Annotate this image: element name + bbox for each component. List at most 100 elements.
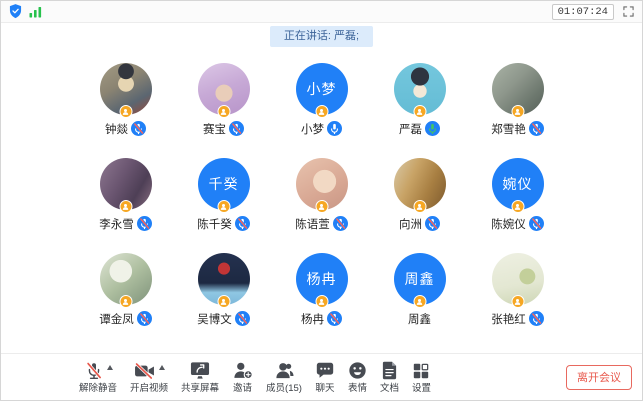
participant-tile[interactable]: 周鑫 周鑫 — [388, 253, 452, 326]
participant-tile[interactable]: 杨冉 杨冉 — [290, 253, 354, 326]
meeting-timer: 01:07:24 — [552, 4, 614, 20]
titlebar: 01:07:24 — [1, 1, 642, 23]
participant-badge-icon — [413, 200, 426, 213]
start-video-button[interactable]: 开启视频 — [130, 361, 168, 394]
mic-status-icon — [235, 311, 250, 326]
emoji-button[interactable]: 表情 — [348, 361, 367, 394]
participant-tile[interactable]: 谭金凤 — [94, 253, 158, 326]
mic-status-icon — [137, 311, 152, 326]
docs-button[interactable]: 文档 — [380, 361, 399, 394]
participant-badge-icon — [315, 200, 328, 213]
avatar-initials: 千癸 — [209, 174, 239, 194]
participant-tile[interactable]: 小梦 小梦 — [290, 63, 354, 136]
caret-up-icon[interactable] — [107, 365, 113, 370]
participant-name: 吴博文 — [197, 311, 232, 327]
share-screen-button[interactable]: 共享屏幕 — [181, 361, 219, 394]
participant-row: 李永雪 — [1, 158, 642, 231]
participant-badge-icon — [511, 105, 524, 118]
participant-tile[interactable]: 赛宝 — [192, 63, 256, 136]
participant-name: 赛宝 — [203, 121, 226, 137]
participant-tile[interactable]: 郑雪艳 — [486, 63, 550, 136]
network-signal-icon[interactable] — [29, 6, 42, 18]
participant-tile[interactable]: 千癸 陈千癸 — [192, 158, 256, 231]
invite-button[interactable]: 邀请 — [232, 361, 253, 394]
tool-label: 聊天 — [315, 384, 334, 394]
mic-status-icon — [425, 216, 440, 231]
participant-tile[interactable]: 钟燚 — [94, 63, 158, 136]
fullscreen-button[interactable] — [623, 6, 634, 17]
participant-name: 张艳红 — [491, 311, 526, 327]
participant-name: 李永雪 — [99, 216, 134, 232]
meeting-window: 01:07:24 正在讲话: 严磊; 钟燚 — [0, 0, 643, 401]
document-icon — [381, 361, 398, 380]
security-shield-icon[interactable] — [9, 4, 22, 19]
leave-meeting-button[interactable]: 离开会议 — [566, 365, 632, 390]
participant-tile[interactable]: 婉仪 陈婉仪 — [486, 158, 550, 231]
avatar-initials: 小梦 — [307, 79, 337, 99]
mic-muted-icon — [84, 361, 104, 381]
participant-tile[interactable]: 李永雪 — [94, 158, 158, 231]
participant-badge-icon — [217, 105, 230, 118]
settings-button[interactable]: 设置 — [412, 361, 431, 394]
avatar-initials: 婉仪 — [503, 174, 533, 194]
participant-avatar — [100, 158, 152, 210]
participant-tile[interactable]: 严磊 — [388, 63, 452, 136]
participant-avatar — [100, 253, 152, 305]
participant-name: 杨冉 — [301, 311, 324, 327]
participant-badge-icon — [119, 295, 132, 308]
tool-label: 共享屏幕 — [181, 384, 219, 394]
invite-icon — [232, 361, 253, 380]
participant-badge-icon — [413, 295, 426, 308]
share-screen-icon — [189, 361, 211, 380]
participant-badge-icon — [413, 105, 426, 118]
members-button[interactable]: 成员(15) — [266, 361, 302, 394]
mic-status-icon — [425, 121, 440, 136]
mic-status-icon — [137, 216, 152, 231]
participant-name: 陈语萱 — [295, 216, 330, 232]
participant-tile[interactable]: 张艳红 — [486, 253, 550, 326]
participant-name: 陈婉仪 — [491, 216, 526, 232]
participant-badge-icon — [511, 295, 524, 308]
participant-badge-icon — [511, 200, 524, 213]
tool-label: 解除静音 — [79, 384, 117, 394]
mic-status-icon — [327, 311, 342, 326]
unmute-button[interactable]: 解除静音 — [79, 361, 117, 394]
participant-tile[interactable]: 陈语萱 — [290, 158, 354, 231]
mic-status-icon — [327, 121, 342, 136]
tool-label: 设置 — [412, 384, 431, 394]
participant-avatar: 小梦 — [296, 63, 348, 115]
mic-status-icon — [529, 216, 544, 231]
participant-name: 谭金凤 — [99, 311, 134, 327]
mic-status-icon — [131, 121, 146, 136]
participant-name: 小梦 — [301, 121, 324, 137]
participant-badge-icon — [315, 295, 328, 308]
participant-avatar — [296, 158, 348, 210]
chat-button[interactable]: 聊天 — [315, 361, 335, 394]
participant-tile[interactable]: 向洲 — [388, 158, 452, 231]
participant-avatar — [198, 63, 250, 115]
avatar-initials: 周鑫 — [405, 269, 435, 289]
caret-up-icon[interactable] — [159, 365, 165, 370]
toolbar: 解除静音 开启视频 — [1, 353, 642, 400]
mic-status-icon — [529, 311, 544, 326]
tool-label: 邀请 — [233, 384, 252, 394]
participant-badge-icon — [217, 200, 230, 213]
participant-row: 钟燚 — [1, 63, 642, 136]
members-icon — [274, 361, 295, 380]
mic-status-icon — [333, 216, 348, 231]
participant-avatar — [492, 63, 544, 115]
participant-row: 谭金凤 — [1, 253, 642, 326]
chat-icon — [315, 361, 335, 380]
participant-avatar — [100, 63, 152, 115]
participant-name: 周鑫 — [408, 311, 431, 327]
participant-tile[interactable]: 吴博文 — [192, 253, 256, 326]
participant-name: 陈千癸 — [197, 216, 232, 232]
participant-avatar: 周鑫 — [394, 253, 446, 305]
participant-name: 郑雪艳 — [491, 121, 526, 137]
participant-name: 向洲 — [399, 216, 422, 232]
participant-badge-icon — [217, 295, 230, 308]
participant-avatar — [492, 253, 544, 305]
mic-status-icon — [529, 121, 544, 136]
participant-avatar: 婉仪 — [492, 158, 544, 210]
participant-avatar — [394, 158, 446, 210]
